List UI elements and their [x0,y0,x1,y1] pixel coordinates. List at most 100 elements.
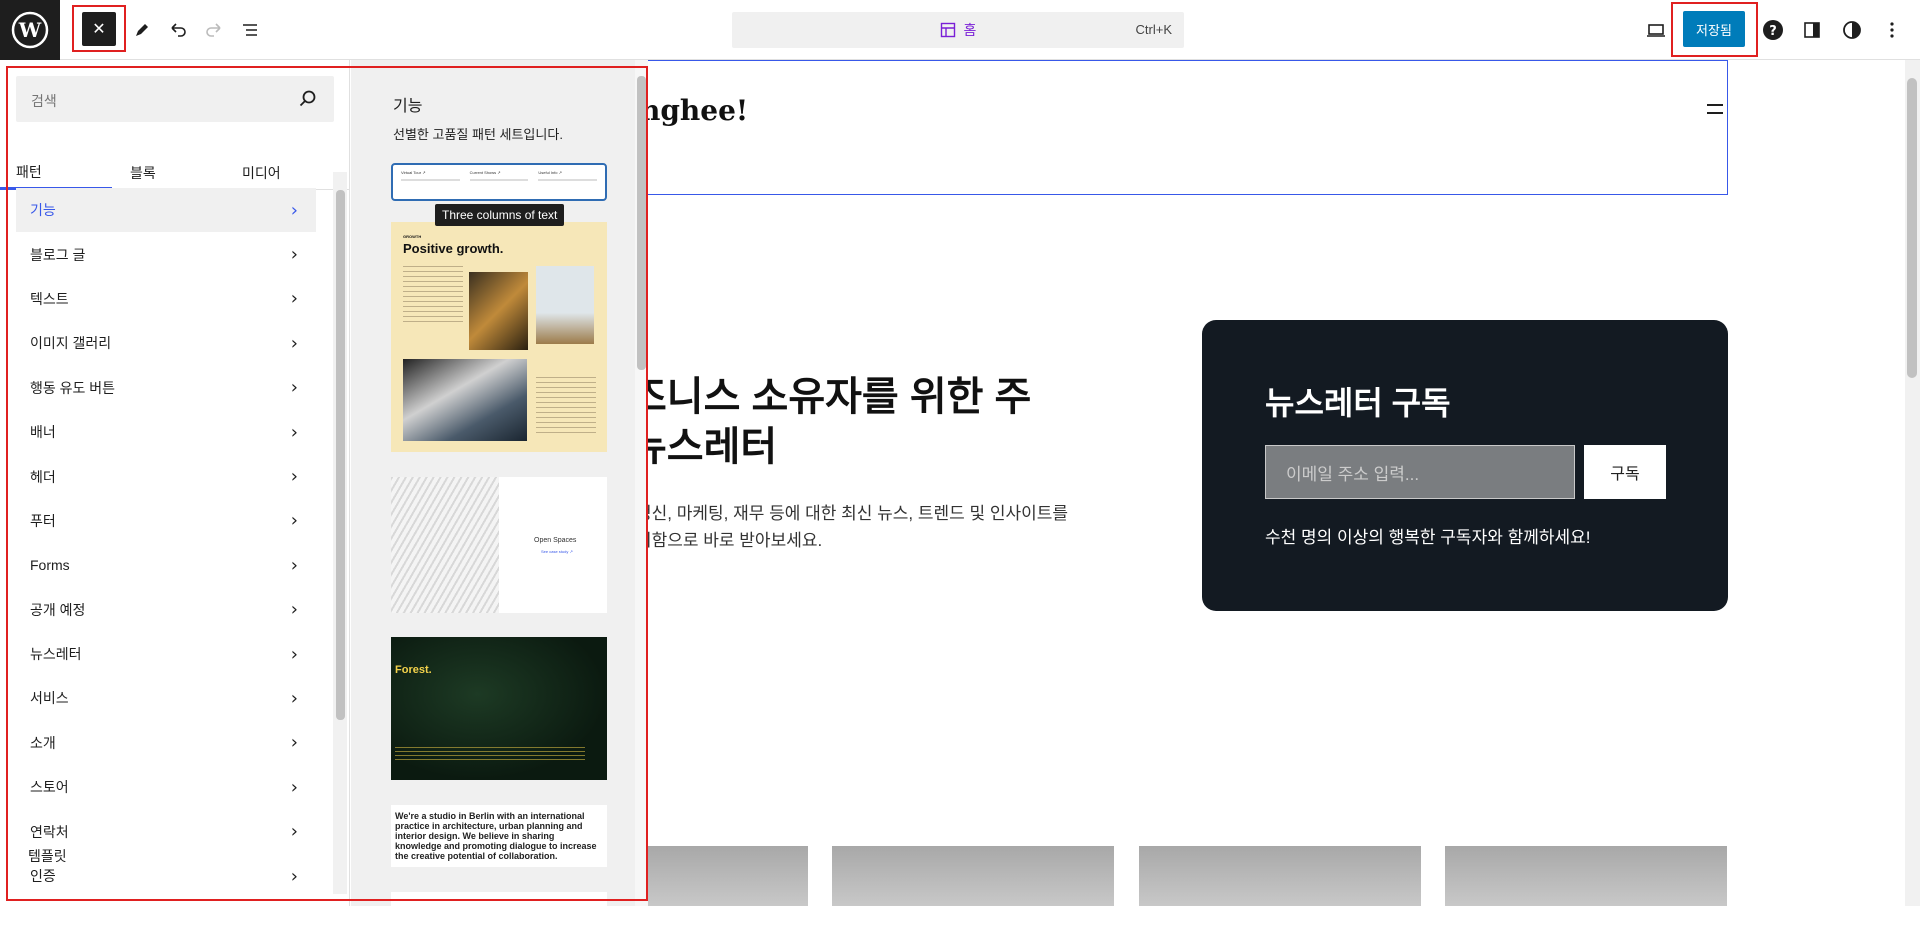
newsletter-card: 뉴스레터 구독 이메일 주소 입력... 구독 수천 명의 이상의 행복한 구독… [1202,320,1728,611]
hero-paragraph[interactable]: 정신, 마케팅, 재무 등에 대한 최신 뉴스, 트렌드 및 인사이트를 지함으… [636,500,1068,554]
chevron-right-icon: › [290,244,298,266]
text-placeholder [403,266,463,326]
save-button[interactable]: 저장됨 [1683,11,1745,47]
newsletter-email-input[interactable]: 이메일 주소 입력... [1265,445,1575,499]
chevron-right-icon: › [290,199,298,221]
category-label: 블로그 글 [30,246,86,263]
pattern-preview-pane: 기능 선별한 고품질 패턴 세트입니다. Virtual Tour ↗ Curr… [351,60,648,906]
category-label: 연락처 [30,823,69,840]
text-placeholder [401,179,460,181]
pattern-positive-growth[interactable]: GROWTH Positive growth. [391,222,607,452]
category-label: 이미지 갤러리 [30,335,112,352]
redo-button[interactable] [196,12,232,48]
site-header-block[interactable] [560,60,1728,195]
chevron-right-icon: › [290,377,298,399]
category-item[interactable]: Forms › [16,543,316,587]
styles-button[interactable] [1834,12,1870,48]
category-label: 배너 [30,424,56,441]
category-item[interactable]: 서비스 › [16,676,316,720]
tools-pencil-button[interactable] [124,12,160,48]
category-item[interactable]: 푸터 › [16,499,316,543]
forest-image [469,272,528,350]
chevron-right-icon: › [290,421,298,443]
inserter-search-input[interactable]: 검색 [16,76,334,122]
pattern-forest[interactable]: Forest. [391,637,607,780]
category-label: 텍스트 [30,290,69,307]
chevron-right-icon: › [290,687,298,709]
tab-media[interactable]: 미디어 [224,138,336,190]
wordpress-logo-button[interactable]: W [0,0,60,60]
coast-image [403,359,527,441]
chevron-right-icon: › [290,732,298,754]
tab-blocks[interactable]: 블록 [112,138,224,190]
undo-icon [171,23,186,37]
pattern-column: Virtual Tour ↗ [401,170,460,194]
help-button[interactable]: ? [1755,12,1791,48]
category-item[interactable]: 행동 유도 버튼 › [16,366,316,410]
category-item[interactable]: 헤더 › [16,454,316,498]
chevron-right-icon: › [290,865,298,887]
pattern-open-spaces[interactable]: Open Spaces See case study ↗ [391,477,607,613]
chevron-right-icon: › [290,776,298,798]
undo-button[interactable] [160,12,196,48]
category-label: 헤더 [30,468,56,485]
category-item[interactable]: 뉴스레터 › [16,632,316,676]
gallery-image[interactable] [1139,846,1421,906]
category-label: 인증 [30,868,56,885]
chevron-right-icon: › [290,554,298,576]
category-label: 기능 [30,202,56,219]
patterns-scrollbar-thumb[interactable] [637,76,646,370]
list-view-icon [243,24,257,36]
category-item[interactable]: 기능 › [16,188,316,233]
close-inserter-button[interactable]: ✕ [82,12,116,46]
search-icon [299,90,316,107]
command-palette-bar[interactable]: 홈 Ctrl+K [732,12,1184,48]
redo-icon [206,23,221,37]
help-icon: ? [1763,20,1783,40]
category-label: 행동 유도 버튼 [30,379,116,396]
canvas-scrollbar-thumb[interactable] [1907,78,1917,378]
pattern-link: See case study ↗ [541,549,573,554]
column-heading: Useful Info ↗ [538,170,562,175]
svg-text:?: ? [1769,24,1777,39]
inserter-tabs: 패턴 블록 미디어 [0,138,350,190]
category-item[interactable]: 소개 › [16,721,316,765]
settings-sidebar-button[interactable] [1794,12,1830,48]
pattern-next[interactable] [391,892,607,906]
category-item[interactable]: 텍스트 › [16,277,316,321]
tab-patterns[interactable]: 패턴 [0,138,112,190]
pattern-column: Useful Info ↗ [538,170,598,194]
text-placeholder [469,179,529,181]
category-item[interactable]: 이미지 갤러리 › [16,321,316,365]
chevron-right-icon: › [290,643,298,665]
hero-heading[interactable]: 즈니스 소유자를 위한 주 뉴스레터 [630,372,1031,472]
pattern-three-columns[interactable]: Virtual Tour ↗ Current Shows ↗ Useful In… [391,163,607,201]
category-item[interactable]: 스토어 › [16,765,316,809]
options-menu-button[interactable] [1874,12,1910,48]
pencil-icon [136,24,148,36]
pattern-studio-text[interactable]: We're a studio in Berlin with an interna… [391,805,607,867]
device-preview-button[interactable] [1638,12,1674,48]
categories-scrollbar-thumb[interactable] [336,190,345,720]
svg-text:W: W [18,18,42,42]
category-label: 소개 [30,734,56,751]
block-inserter-panel: 검색 패턴 블록 미디어 기능 › 블로그 글 › 텍스트 › 이미지 갤러리 › 행동… [0,60,648,906]
template-icon [940,22,955,38]
newsletter-subscribe-button[interactable]: 구독 [1584,445,1666,499]
desktop-icon [1647,24,1665,37]
site-title[interactable]: nghee! [640,94,748,127]
category-label: 스토어 [30,779,69,796]
pattern-category-list: 기능 › 블로그 글 › 텍스트 › 이미지 갤러리 › 행동 유도 버튼 › 배너 › 헤… [16,188,316,898]
category-item[interactable]: 배너 › [16,410,316,454]
gallery-image[interactable] [832,846,1114,906]
document-title-text: 홈 [963,22,977,38]
chevron-right-icon: › [290,466,298,488]
category-item[interactable]: 블로그 글 › [16,232,316,276]
pattern-heading: Positive growth. [403,241,504,256]
gallery-image[interactable] [1445,846,1727,906]
newsletter-footnote: 수천 명의 이상의 행복한 구독자와 함께하세요! [1265,528,1591,547]
document-overview-button[interactable] [232,12,268,48]
navigation-menu-icon[interactable] [1707,104,1723,114]
category-item[interactable]: 공개 예정 › [16,588,316,632]
category-label: 서비스 [30,690,69,707]
